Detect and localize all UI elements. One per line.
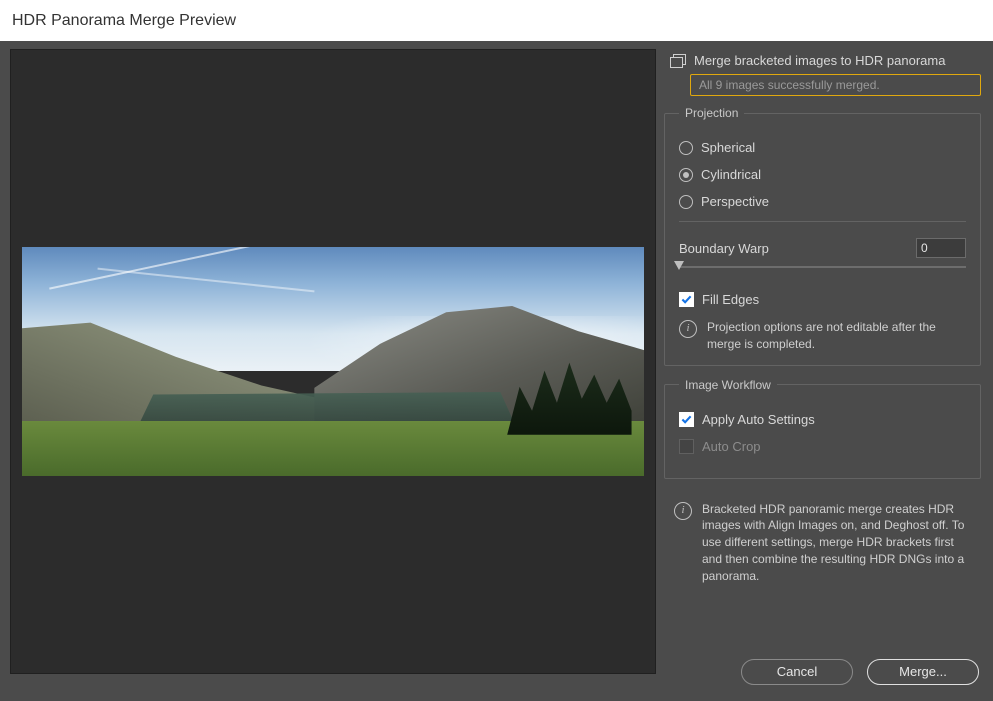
- auto-crop-checkbox: Auto Crop: [679, 439, 966, 454]
- projection-group: Projection Spherical Cylindrical Perspec…: [664, 106, 981, 366]
- dialog-body: Merge bracketed images to HDR panorama A…: [0, 41, 993, 701]
- merge-header-text: Merge bracketed images to HDR panorama: [694, 53, 945, 68]
- panorama-preview-image: [22, 247, 644, 476]
- radio-label: Cylindrical: [701, 167, 761, 182]
- merge-header: Merge bracketed images to HDR panorama: [664, 51, 981, 72]
- info-icon: i: [674, 502, 692, 520]
- radio-icon: [679, 195, 693, 209]
- checkbox-label: Fill Edges: [702, 292, 759, 307]
- checkbox-icon: [679, 439, 694, 454]
- footer-info-text: Bracketed HDR panoramic merge creates HD…: [702, 501, 975, 585]
- checkbox-icon: [679, 412, 694, 427]
- boundary-warp-slider[interactable]: [679, 262, 966, 276]
- divider: [679, 221, 966, 222]
- radio-spherical[interactable]: Spherical: [679, 140, 966, 155]
- radio-label: Spherical: [701, 140, 755, 155]
- radio-cylindrical[interactable]: Cylindrical: [679, 167, 966, 182]
- window-title: HDR Panorama Merge Preview: [12, 12, 236, 30]
- footer-info: i Bracketed HDR panoramic merge creates …: [664, 499, 981, 587]
- apply-auto-settings-checkbox[interactable]: Apply Auto Settings: [679, 412, 966, 427]
- radio-icon: [679, 168, 693, 182]
- boundary-warp-label: Boundary Warp: [679, 241, 769, 256]
- image-workflow-group: Image Workflow Apply Auto Settings Auto …: [664, 378, 981, 479]
- image-stack-icon: [670, 54, 686, 68]
- boundary-warp-row: Boundary Warp: [679, 238, 966, 258]
- preview-pane: [0, 41, 660, 701]
- projection-note: i Projection options are not editable af…: [679, 319, 966, 353]
- checkbox-label: Apply Auto Settings: [702, 412, 815, 427]
- checkbox-icon: [679, 292, 694, 307]
- merge-button[interactable]: Merge...: [867, 659, 979, 685]
- checkbox-label: Auto Crop: [702, 439, 761, 454]
- merge-status-chip: All 9 images successfully merged.: [690, 74, 981, 96]
- projection-note-text: Projection options are not editable afte…: [707, 319, 966, 353]
- radio-perspective[interactable]: Perspective: [679, 194, 966, 209]
- preview-frame: [10, 49, 656, 674]
- options-pane: Merge bracketed images to HDR panorama A…: [660, 41, 993, 701]
- radio-label: Perspective: [701, 194, 769, 209]
- fill-edges-checkbox[interactable]: Fill Edges: [679, 292, 966, 307]
- projection-legend: Projection: [679, 106, 744, 120]
- cancel-button[interactable]: Cancel: [741, 659, 853, 685]
- info-icon: i: [679, 320, 697, 338]
- window-title-bar: HDR Panorama Merge Preview: [0, 0, 993, 41]
- workflow-legend: Image Workflow: [679, 378, 777, 392]
- slider-thumb-icon: [674, 261, 684, 270]
- boundary-warp-input[interactable]: [916, 238, 966, 258]
- radio-icon: [679, 141, 693, 155]
- dialog-footer: Cancel Merge...: [664, 643, 981, 691]
